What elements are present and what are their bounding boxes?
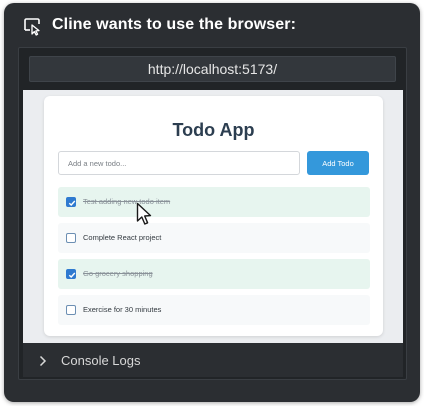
todo-item[interactable]: Test adding new todo item	[58, 187, 370, 217]
todo-item[interactable]: Go grocery shopping	[58, 259, 370, 289]
browser-action-panel: Cline wants to use the browser: http://l…	[4, 3, 420, 402]
todo-checkbox[interactable]	[66, 197, 76, 207]
chevron-right-icon	[38, 354, 48, 367]
todo-text: Go grocery shopping	[83, 269, 153, 278]
panel-title: Cline wants to use the browser:	[52, 16, 297, 33]
console-logs-label: Console Logs	[61, 353, 141, 368]
add-todo-button[interactable]: Add Todo	[307, 151, 369, 175]
todo-checkbox[interactable]	[66, 269, 76, 279]
url-bar[interactable]: http://localhost:5173/	[29, 56, 396, 82]
new-todo-input[interactable]	[58, 151, 300, 175]
todo-app-card: Todo App Add Todo Test adding new todo i…	[44, 96, 383, 336]
todo-checkbox[interactable]	[66, 233, 76, 243]
browser-screenshot: Todo App Add Todo Test adding new todo i…	[23, 90, 403, 343]
todo-text: Exercise for 30 minutes	[83, 305, 162, 314]
todo-item[interactable]: Complete React project	[58, 223, 370, 253]
browser-cursor-icon	[22, 16, 42, 36]
mouse-cursor-icon	[136, 202, 154, 226]
todo-checkbox[interactable]	[66, 305, 76, 315]
browser-session: http://localhost:5173/ Todo App Add Todo…	[18, 47, 407, 380]
todo-item[interactable]: Exercise for 30 minutes	[58, 295, 370, 325]
app-title: Todo App	[172, 120, 255, 140]
console-logs-toggle[interactable]: Console Logs	[23, 343, 403, 377]
todo-text: Test adding new todo item	[83, 197, 171, 206]
panel-header: Cline wants to use the browser:	[4, 3, 420, 47]
todo-text: Complete React project	[83, 233, 162, 242]
